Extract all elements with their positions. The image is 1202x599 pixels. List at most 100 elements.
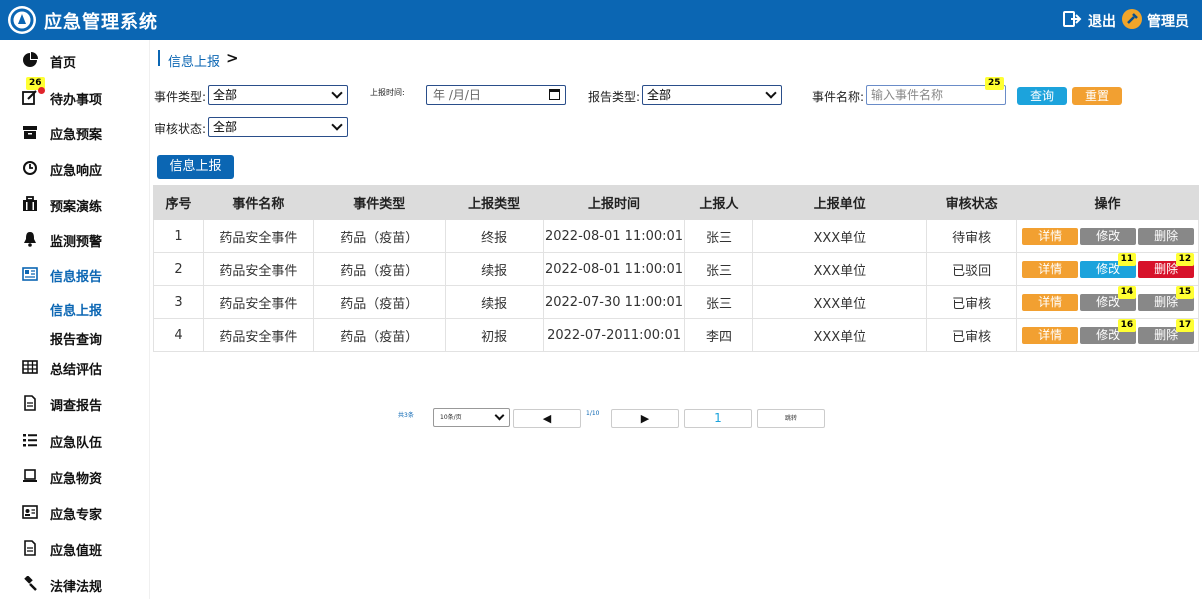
sidebar-item-home[interactable]: 首页 [0,46,150,74]
status-badge: 已驳回 [926,252,1018,286]
next-page-button[interactable]: ▶ [611,409,679,428]
sidebar-item-monitoring[interactable]: 监测预警 [0,225,150,253]
sidebar-item-duty[interactable]: 应急值班 [0,534,150,562]
document-icon [24,540,36,556]
cell-report-time: 2022-08-01 11:00:01 [542,252,686,286]
cell-unit: XXX单位 [752,219,928,253]
prev-page-button[interactable]: ◀ [513,409,581,428]
table-icon [22,360,38,374]
audit-status-label: 审核状态: [154,122,207,136]
sidebar-item-label: 应急队伍 [50,436,103,451]
edit-button[interactable]: 修改 [1080,228,1137,245]
event-type-label: 事件类型: [154,90,207,104]
cell-report-type: 终报 [444,219,544,253]
edit-button[interactable]: 修改 14 [1080,286,1137,311]
cell-event-type: 药品（疫苗） [312,219,446,253]
cell-reporter: 张三 [684,252,754,286]
breadcrumb-current[interactable]: 信息上报 [168,51,220,70]
event-name-input[interactable]: 输入事件名称 25 [866,77,1006,105]
sidebar-item-info-report[interactable]: 信息报告 [0,260,150,288]
admin-avatar-icon[interactable] [1122,9,1142,29]
sidebar-item-label: 应急响应 [50,164,103,179]
clock-icon [23,161,37,175]
sidebar-subitem-info-submit[interactable]: 信息上报 [50,300,102,319]
chevron-down-icon [494,410,505,421]
sidebar-item-investigation[interactable]: 调查报告 [0,389,150,417]
cell-reporter: 张三 [684,285,754,319]
sidebar-subitem-report-query[interactable]: 报告查询 [50,329,102,348]
calendar-icon[interactable] [549,89,560,100]
edit-button[interactable]: 修改 11 [1080,253,1137,278]
column-header: 上报人 [684,185,754,220]
sidebar-item-label: 应急专家 [50,508,103,523]
sidebar-item-todo[interactable]: 26 待办事项 [0,77,150,111]
id-card-icon [22,505,38,519]
column-header: 上报单位 [752,185,928,220]
cell-event-name: 药品安全事件 [202,252,314,286]
cell-event-type: 药品（疫苗） [312,285,446,319]
newspaper-icon [22,267,38,281]
report-time-input[interactable]: 年 /月/日 [426,85,566,105]
document-icon [24,395,36,411]
report-time-label: 上报时间: [370,88,405,97]
delete-button[interactable]: 删除 17 [1138,319,1195,344]
logout-icon[interactable] [1062,9,1082,29]
edit-button[interactable]: 修改 16 [1080,319,1137,344]
sidebar-item-supplies[interactable]: 应急物资 [0,462,150,490]
event-name-label: 事件名称: [812,90,865,104]
cell-event-name: 药品安全事件 [202,219,314,253]
reset-button[interactable]: 重置 [1072,87,1122,105]
sidebar-item-teams[interactable]: 应急队伍 [0,426,150,454]
sidebar-item-response[interactable]: 应急响应 [0,154,150,182]
sidebar-item-label: 调查报告 [50,399,103,414]
table-row: 3 药品安全事件 药品（疫苗） 续报 2022-07-30 11:00:01 张… [153,285,1199,319]
cell-event-type: 药品（疫苗） [312,252,446,286]
detail-button[interactable]: 详情 [1022,294,1079,311]
breadcrumb-marker [158,50,160,66]
edit-badge: 16 [1117,319,1137,332]
laptop-icon [23,469,37,482]
sidebar-item-label: 法律法规 [50,580,103,595]
cell-report-time: 2022-07-30 11:00:01 [542,285,686,319]
page-size-select[interactable]: 10条/页 [433,408,510,427]
delete-button[interactable]: 删除 12 [1138,253,1195,278]
detail-button[interactable]: 详情 [1022,228,1079,245]
pager-info: 1/10 [586,410,600,417]
delete-button[interactable]: 删除 15 [1138,286,1195,311]
cell-no: 2 [153,252,204,286]
cell-event-name: 药品安全事件 [202,285,314,319]
event-name-badge: 25 [985,77,1004,90]
pager-total: 共3条 [398,412,414,419]
cell-actions: 详情 修改 16 删除 17 [1016,318,1199,352]
sidebar-item-laws[interactable]: 法律法规 [0,570,150,598]
table-row: 4 药品安全事件 药品（疫苗） 初报 2022-07-2011:00:01 李四… [153,318,1199,352]
archive-icon [23,126,37,139]
detail-button[interactable]: 详情 [1022,261,1079,278]
cell-report-type: 续报 [444,285,544,319]
sidebar-item-drills[interactable]: 预案演练 [0,190,150,218]
logout-button[interactable]: 退出 [1088,11,1116,31]
sidebar-item-plans[interactable]: 应急预案 [0,118,150,146]
column-header: 事件类型 [312,185,446,220]
detail-button[interactable]: 详情 [1022,327,1079,344]
jump-button[interactable]: 跳转 [757,409,825,428]
report-table: 序号 事件名称 事件类型 上报类型 上报时间 上报人 上报单位 审核状态 操作 … [153,185,1199,352]
column-header: 审核状态 [926,185,1018,220]
delete-badge: 12 [1175,253,1195,266]
report-type-select[interactable]: 全部 [642,85,782,105]
page-number-input[interactable]: 1 [684,409,752,428]
table-header-row: 序号 事件名称 事件类型 上报类型 上报时间 上报人 上报单位 审核状态 操作 [153,185,1199,220]
cell-actions: 详情 修改 删除 [1016,219,1199,253]
audit-status-select[interactable]: 全部 [208,117,348,137]
user-name[interactable]: 管理员 [1147,11,1189,31]
event-type-select[interactable]: 全部 [208,85,348,105]
cell-no: 1 [153,219,204,253]
info-report-button[interactable]: 信息上报 [157,155,234,179]
sidebar-item-label: 应急物资 [50,472,103,487]
query-button[interactable]: 查询 [1017,87,1067,105]
delete-button[interactable]: 删除 [1138,228,1195,245]
column-header: 上报类型 [444,185,544,220]
delete-badge: 17 [1175,319,1195,332]
sidebar-item-experts[interactable]: 应急专家 [0,498,150,526]
sidebar-item-evaluation[interactable]: 总结评估 [0,353,150,381]
